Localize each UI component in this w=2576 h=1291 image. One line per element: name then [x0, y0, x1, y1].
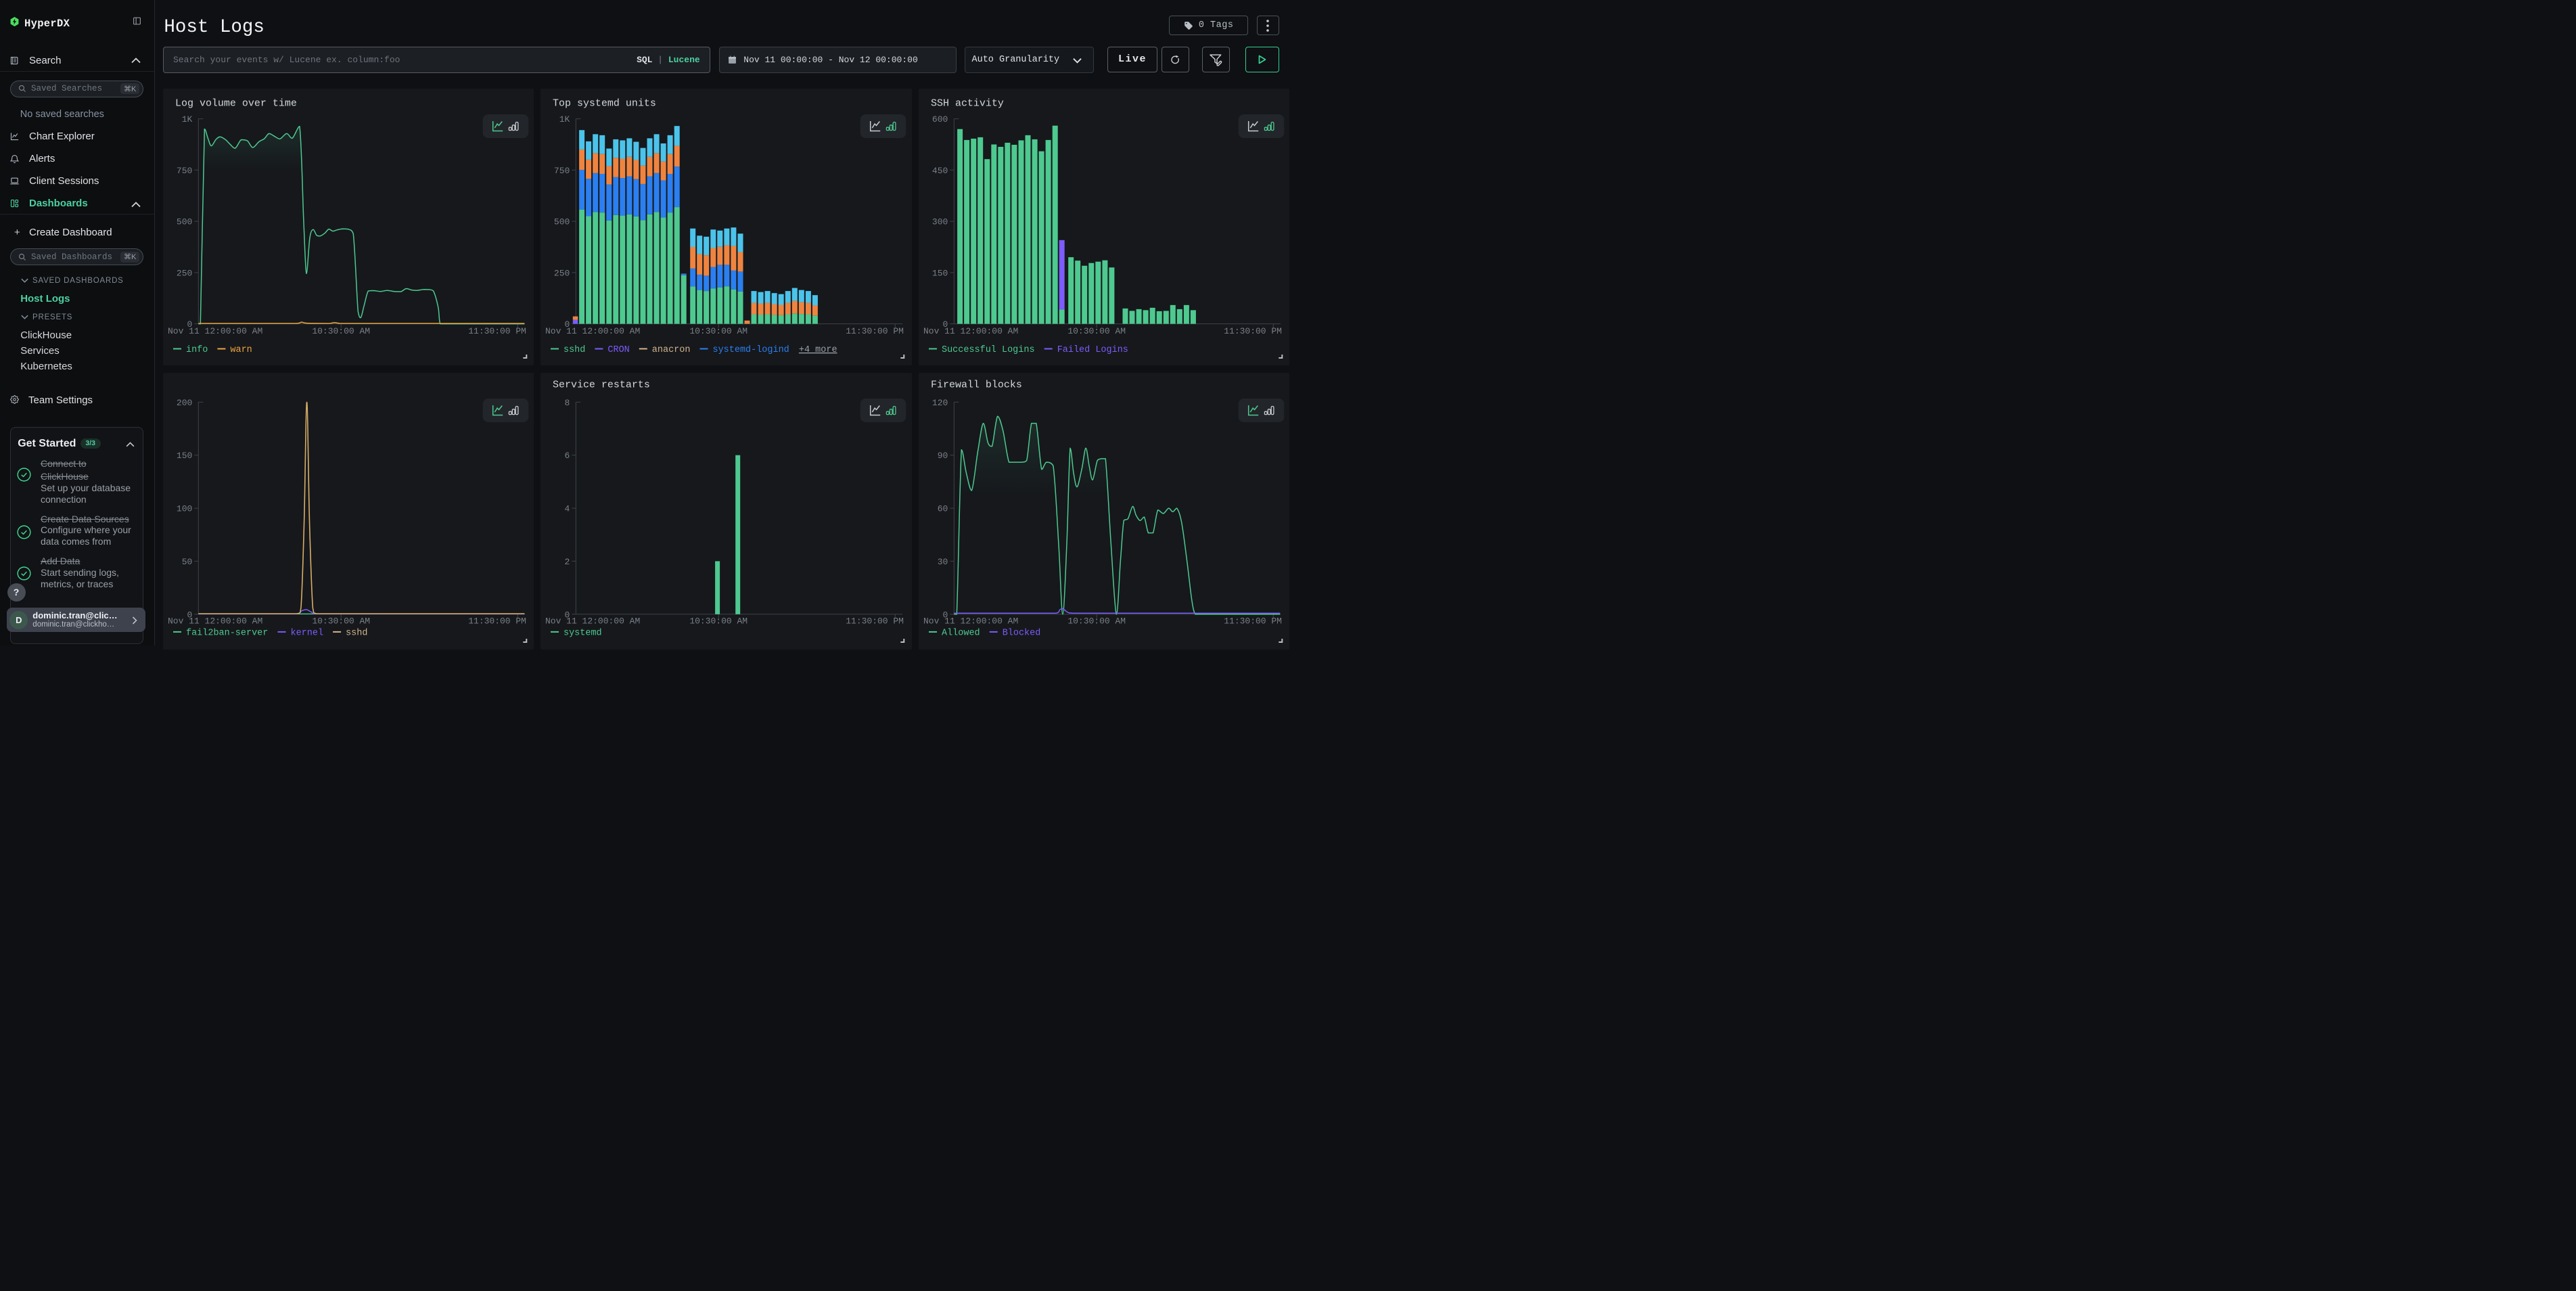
svg-text:Log volume over time: Log volume over time — [175, 98, 297, 110]
svg-text:150: 150 — [932, 269, 948, 279]
svg-text:Allowed: Allowed — [942, 629, 980, 639]
svg-text:Nov 11 12:00:00 AM: Nov 11 12:00:00 AM — [168, 326, 262, 336]
svg-text:100: 100 — [177, 504, 192, 514]
svg-text:50: 50 — [182, 557, 193, 567]
svg-text:10:30:00 AM: 10:30:00 AM — [1067, 326, 1126, 336]
svg-text:450: 450 — [932, 166, 948, 176]
svg-text:info: info — [186, 345, 208, 355]
svg-text:10:30:00 AM: 10:30:00 AM — [690, 616, 748, 627]
svg-text:250: 250 — [554, 269, 570, 279]
svg-text:150: 150 — [177, 451, 192, 461]
svg-text:Nov 11 12:00:00 AM: Nov 11 12:00:00 AM — [545, 326, 640, 336]
svg-text:Top systemd units: Top systemd units — [553, 98, 656, 110]
svg-text:200: 200 — [177, 398, 192, 408]
svg-text:11:30:00 PM: 11:30:00 PM — [1224, 326, 1282, 336]
svg-text:600: 600 — [932, 114, 948, 124]
svg-text:11:30:00 PM: 11:30:00 PM — [468, 326, 526, 336]
svg-text:SSH activity: SSH activity — [931, 98, 1004, 110]
svg-text:sshd: sshd — [564, 345, 585, 355]
svg-text:8: 8 — [565, 398, 570, 408]
svg-text:4: 4 — [565, 504, 570, 514]
svg-text:11:30:00 PM: 11:30:00 PM — [846, 326, 904, 336]
svg-text:2: 2 — [565, 557, 570, 567]
svg-text:1K: 1K — [182, 114, 193, 124]
svg-text:Firewall blocks: Firewall blocks — [931, 380, 1022, 391]
svg-text:500: 500 — [177, 217, 192, 227]
svg-text:Nov 11 12:00:00 AM: Nov 11 12:00:00 AM — [168, 616, 262, 627]
svg-text:Successful Logins: Successful Logins — [942, 345, 1035, 355]
svg-text:sshd: sshd — [346, 629, 367, 639]
svg-text:90: 90 — [937, 451, 948, 461]
svg-text:120: 120 — [932, 398, 948, 408]
svg-text:fail2ban-server: fail2ban-server — [186, 629, 268, 639]
svg-text:60: 60 — [937, 504, 948, 514]
svg-text:systemd-logind: systemd-logind — [713, 345, 789, 355]
svg-text:10:30:00 AM: 10:30:00 AM — [690, 326, 748, 336]
svg-text:Service restarts: Service restarts — [553, 380, 650, 391]
svg-text:warn: warn — [230, 345, 252, 355]
svg-text:11:30:00 PM: 11:30:00 PM — [846, 616, 904, 627]
svg-text:Failed Logins: Failed Logins — [1057, 345, 1128, 355]
svg-text:750: 750 — [554, 166, 570, 176]
svg-text:1K: 1K — [559, 114, 570, 124]
svg-text:anacron: anacron — [652, 345, 691, 355]
svg-text:Nov 11 12:00:00 AM: Nov 11 12:00:00 AM — [923, 616, 1018, 627]
svg-text:kernel: kernel — [290, 629, 323, 639]
svg-text:300: 300 — [932, 217, 948, 227]
svg-text:10:30:00 AM: 10:30:00 AM — [312, 616, 370, 627]
svg-text:6: 6 — [565, 451, 570, 461]
svg-text:Nov 11 12:00:00 AM: Nov 11 12:00:00 AM — [923, 326, 1018, 336]
svg-text:10:30:00 AM: 10:30:00 AM — [1067, 616, 1126, 627]
svg-text:500: 500 — [554, 217, 570, 227]
svg-text:11:30:00 PM: 11:30:00 PM — [1224, 616, 1282, 627]
svg-text:250: 250 — [177, 269, 192, 279]
svg-text:CRON: CRON — [608, 345, 630, 355]
svg-text:10:30:00 AM: 10:30:00 AM — [312, 326, 370, 336]
svg-text:750: 750 — [177, 166, 192, 176]
svg-text:Blocked: Blocked — [1002, 629, 1040, 639]
svg-text:Nov 11 12:00:00 AM: Nov 11 12:00:00 AM — [545, 616, 640, 627]
svg-text:11:30:00 PM: 11:30:00 PM — [468, 616, 526, 627]
svg-text:systemd: systemd — [564, 629, 602, 639]
svg-text:+4 more: +4 more — [799, 345, 837, 355]
svg-text:30: 30 — [937, 557, 948, 567]
